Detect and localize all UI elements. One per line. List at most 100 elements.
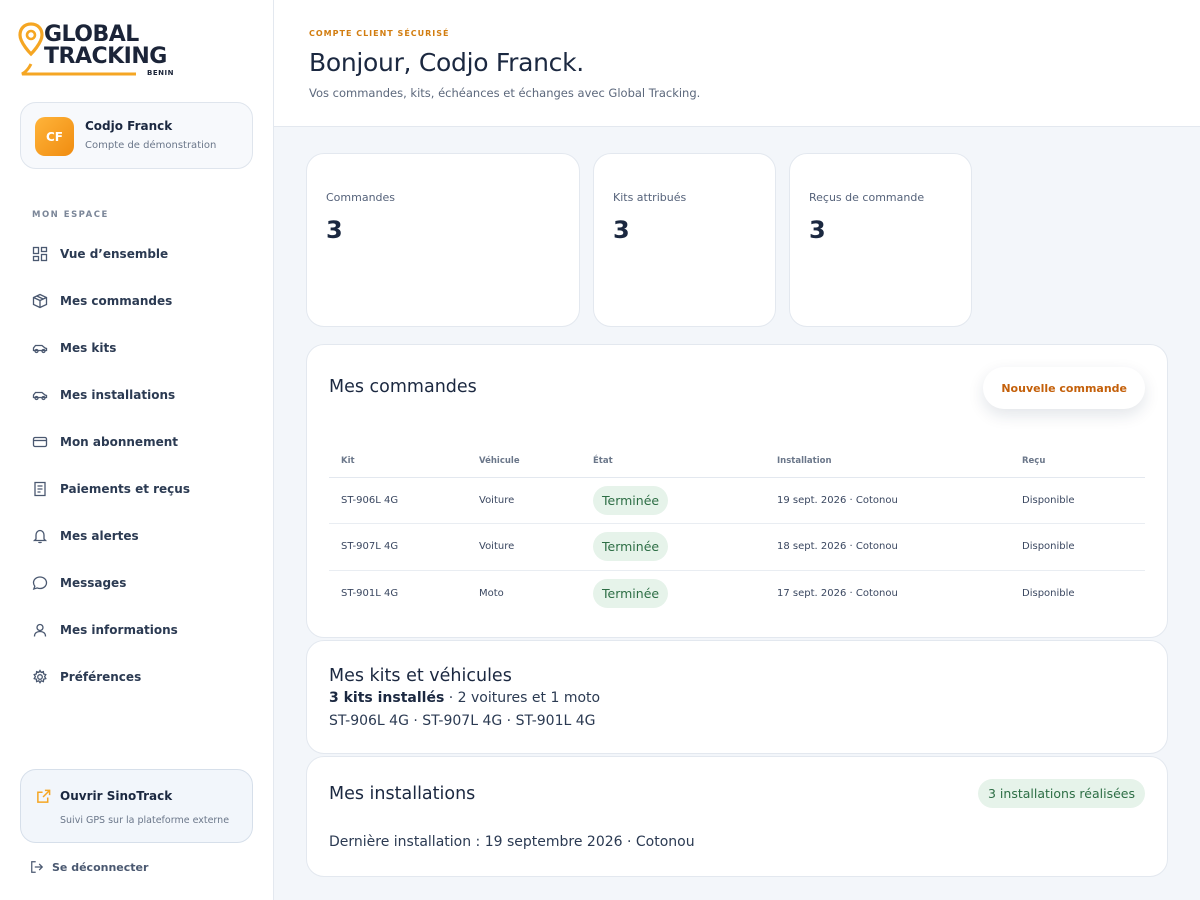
package-icon xyxy=(32,293,48,308)
sidebar-item-kits[interactable]: Mes kits xyxy=(20,324,254,371)
stat-value: 3 xyxy=(613,216,630,244)
column-header-vehicle: Véhicule xyxy=(467,445,581,478)
column-header-kit: Kit xyxy=(329,445,467,478)
cell-kit: ST-906L 4G xyxy=(329,477,467,524)
sidebar-item-label: Mon abonnement xyxy=(60,434,178,449)
cell-receipt[interactable]: Disponible xyxy=(1010,523,1145,571)
gear-icon xyxy=(33,668,47,684)
sidebar-nav: Vue d’ensemble Mes commandes Mes kits Me… xyxy=(20,230,254,700)
bell-icon xyxy=(32,529,48,543)
stat-card-kits: Kits attribués 3 xyxy=(593,153,776,327)
user-name: Codjo Franck xyxy=(85,119,173,133)
logout-button[interactable]: Se déconnecter xyxy=(30,860,148,874)
kits-summary-count: 3 kits installés xyxy=(329,690,445,706)
kits-list: ST-906L 4G · ST-907L 4G · ST-901L 4G xyxy=(329,713,596,729)
stat-card-orders: Commandes 3 xyxy=(306,153,580,327)
cell-vehicle: Voiture xyxy=(467,523,581,571)
kits-summary-detail: · 2 voitures et 1 moto xyxy=(444,690,601,706)
stat-value: 3 xyxy=(809,216,826,244)
table-row[interactable]: ST-901L 4G Moto Terminée 17 sept. 2026 ·… xyxy=(329,570,1145,617)
cell-vehicle: Moto xyxy=(479,588,504,599)
car-icon xyxy=(32,344,48,353)
sidebar-item-preferences[interactable]: Préférences xyxy=(20,653,254,700)
kits-title: Mes kits et véhicules xyxy=(329,666,512,686)
status-badge: Terminée xyxy=(593,532,669,562)
page-subtitle: Vos commandes, kits, échéances et échang… xyxy=(309,86,701,100)
cell-installation: 18 sept. 2026 · Cotonou xyxy=(765,523,1010,571)
stat-label: Kits attribués xyxy=(613,191,687,204)
avatar: CF xyxy=(35,117,74,156)
status-badge: Terminée xyxy=(593,579,669,608)
orders-table: Kit Véhicule État Installation Reçu ST-9… xyxy=(329,445,1145,617)
message-icon xyxy=(32,575,48,590)
installations-title: Mes installations xyxy=(329,784,476,804)
logout-icon xyxy=(31,861,44,873)
cell-installation: 17 sept. 2026 · Cotonou xyxy=(777,588,898,599)
sinotrack-link[interactable]: Ouvrir SinoTrack Suivi GPS sur la platef… xyxy=(20,769,253,843)
cell-state: Terminée xyxy=(581,570,765,617)
cell-state: Terminée xyxy=(581,523,765,571)
stat-label: Reçus de commande xyxy=(809,191,925,204)
receipt-icon xyxy=(34,481,46,496)
external-link-icon xyxy=(37,789,51,803)
status-badge: Terminée xyxy=(593,485,669,515)
cell-kit: ST-901L 4G xyxy=(341,588,399,599)
sidebar-item-messages[interactable]: Messages xyxy=(20,559,254,606)
cell-state: Terminée xyxy=(581,477,765,524)
sidebar-item-label: Mes alertes xyxy=(60,528,139,543)
cell-installation: 19 sept. 2026 · Cotonou xyxy=(765,477,1010,524)
table-header-row: Kit Véhicule État Installation Reçu xyxy=(329,445,1145,478)
page-header: COMPTE CLIENT SÉCURISÉ Bonjour, Codjo Fr… xyxy=(274,0,1200,127)
nav-section-label: MON ESPACE xyxy=(32,210,109,220)
brand-swoosh xyxy=(21,63,136,76)
sidebar-item-alerts[interactable]: Mes alertes xyxy=(20,512,254,559)
sidebar-item-subscription[interactable]: Mon abonnement xyxy=(20,418,254,465)
installations-badge: 3 installations réalisées xyxy=(978,779,1145,808)
sidebar-item-overview[interactable]: Vue d’ensemble xyxy=(20,230,254,277)
sidebar-item-orders[interactable]: Mes commandes xyxy=(20,277,254,324)
stat-card-receipts: Reçus de commande 3 xyxy=(789,153,972,327)
page-title: Bonjour, Codjo Franck. xyxy=(309,48,584,77)
table-row[interactable]: ST-907L 4G Voiture Terminée 18 sept. 202… xyxy=(329,523,1145,571)
sinotrack-title: Ouvrir SinoTrack xyxy=(60,789,173,803)
sidebar-item-information[interactable]: Mes informations xyxy=(20,606,254,653)
column-header-installation: Installation xyxy=(765,445,1010,478)
sidebar: GLOBAL TRACKING BENIN CF Codjo Franck Co… xyxy=(0,0,274,900)
grid-icon xyxy=(32,246,48,261)
new-order-button[interactable]: Nouvelle commande xyxy=(983,367,1145,409)
cell-receipt[interactable]: Disponible xyxy=(1010,570,1145,617)
stat-value: 3 xyxy=(326,216,343,244)
orders-panel: Mes commandes Nouvelle commande Kit Véhi… xyxy=(306,344,1168,638)
sidebar-item-label: Préférences xyxy=(60,669,142,684)
sidebar-item-label: Mes informations xyxy=(60,622,178,637)
header-eyebrow: COMPTE CLIENT SÉCURISÉ xyxy=(309,29,450,38)
logout-label: Se déconnecter xyxy=(52,860,149,874)
sinotrack-subtitle: Suivi GPS sur la plateforme externe xyxy=(60,815,230,826)
user-card[interactable]: CF Codjo Franck Compte de démonstration xyxy=(20,102,253,169)
sidebar-item-installations[interactable]: Mes installations xyxy=(20,371,254,418)
brand-line3: BENIN xyxy=(147,69,174,77)
credit-card-icon xyxy=(32,436,48,447)
cell-vehicle: Voiture xyxy=(467,477,581,524)
cell-receipt[interactable]: Disponible xyxy=(1010,477,1145,524)
stat-label: Commandes xyxy=(326,191,396,204)
kits-summary: 3 kits installés · 2 voitures et 1 moto xyxy=(329,690,600,706)
column-header-state: État xyxy=(581,445,765,478)
sidebar-item-label: Messages xyxy=(60,575,127,590)
user-subtitle: Compte de démonstration xyxy=(85,140,217,151)
cell-kit: ST-907L 4G xyxy=(329,523,467,571)
brand-logo[interactable]: GLOBAL TRACKING BENIN xyxy=(18,22,178,80)
orders-title: Mes commandes xyxy=(329,377,477,397)
kits-panel: Mes kits et véhicules 3 kits installés ·… xyxy=(306,640,1168,754)
sidebar-item-label: Vue d’ensemble xyxy=(60,246,169,261)
sidebar-item-label: Mes commandes xyxy=(60,293,173,308)
sidebar-item-label: Mes installations xyxy=(60,387,176,402)
sidebar-item-payments[interactable]: Paiements et reçus xyxy=(20,465,254,512)
sidebar-item-label: Paiements et reçus xyxy=(60,481,190,496)
last-installation: Dernière installation : 19 septembre 202… xyxy=(329,834,695,850)
table-row[interactable]: ST-906L 4G Voiture Terminée 19 sept. 202… xyxy=(329,477,1145,524)
user-icon xyxy=(33,623,47,637)
sidebar-item-label: Mes kits xyxy=(60,340,117,355)
column-header-receipt: Reçu xyxy=(1010,445,1145,478)
installations-panel: Mes installations 3 installations réalis… xyxy=(306,756,1168,877)
